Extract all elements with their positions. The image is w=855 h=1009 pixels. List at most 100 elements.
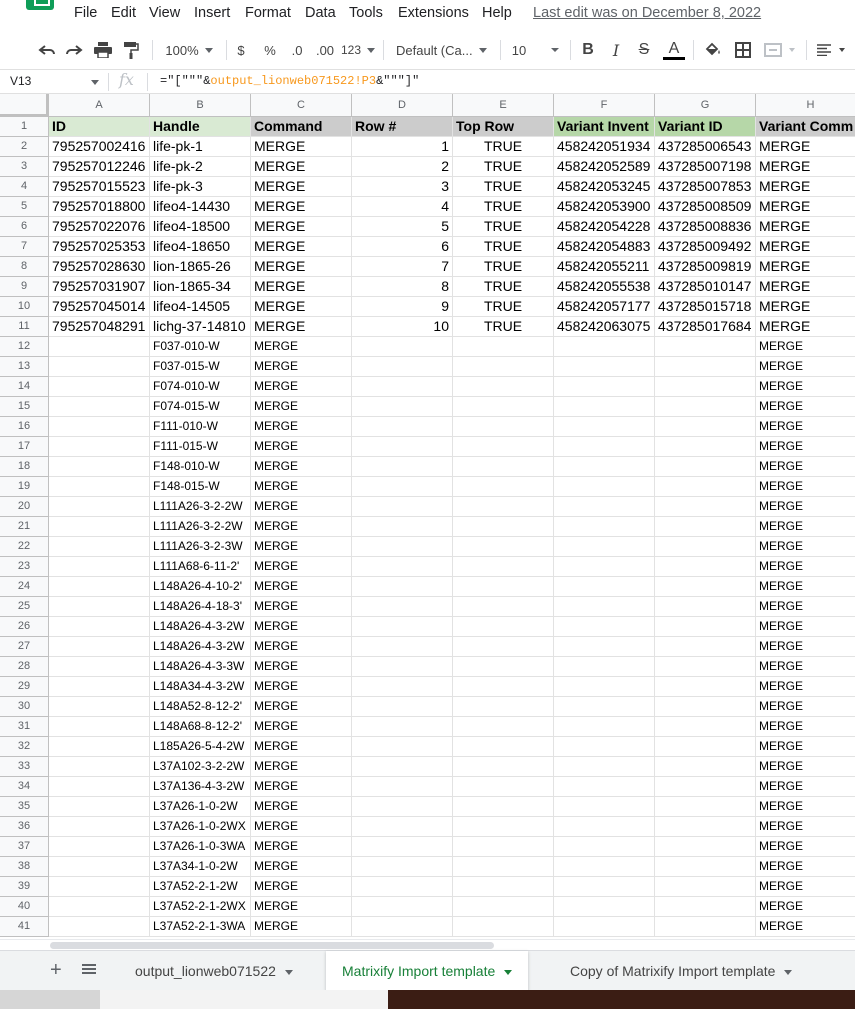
table-cell[interactable] (49, 657, 150, 677)
undo-icon[interactable] (36, 39, 58, 61)
table-cell[interactable]: MERGE (251, 717, 352, 737)
table-cell[interactable]: MERGE (756, 737, 855, 757)
table-cell[interactable] (49, 697, 150, 717)
table-cell[interactable] (655, 717, 756, 737)
table-cell[interactable] (554, 717, 655, 737)
table-cell[interactable]: MERGE (251, 877, 352, 897)
table-cell[interactable] (453, 717, 554, 737)
row-header[interactable]: 32 (0, 737, 49, 757)
table-cell[interactable] (352, 837, 453, 857)
table-cell[interactable] (554, 477, 655, 497)
table-cell[interactable] (49, 897, 150, 917)
table-cell[interactable]: MERGE (756, 437, 855, 457)
table-cell[interactable]: MERGE (756, 377, 855, 397)
table-cell[interactable]: L37A26-1-0-2WX (150, 817, 251, 837)
chevron-down-icon[interactable] (784, 969, 793, 975)
merge-cells-icon[interactable] (762, 39, 798, 61)
table-cell[interactable]: MERGE (251, 517, 352, 537)
table-cell[interactable] (554, 777, 655, 797)
table-cell[interactable]: 458242053900 (554, 197, 655, 217)
table-cell[interactable]: L185A26-5-4-2W (150, 737, 251, 757)
percent-format-button[interactable]: % (261, 39, 279, 61)
font-select[interactable]: Default (Ca... (396, 39, 488, 61)
table-cell[interactable] (453, 917, 554, 937)
table-cell[interactable] (554, 357, 655, 377)
row-header[interactable]: 33 (0, 757, 49, 777)
table-cell[interactable] (453, 437, 554, 457)
table-cell[interactable]: MERGE (251, 577, 352, 597)
font-size-dropdown-icon[interactable] (548, 39, 562, 61)
table-cell[interactable]: MERGE (756, 897, 855, 917)
column-header-f[interactable]: F (554, 94, 655, 117)
row-header[interactable]: 37 (0, 837, 49, 857)
redo-icon[interactable] (63, 39, 85, 61)
table-cell[interactable]: 437285008836 (655, 217, 756, 237)
table-cell[interactable]: MERGE (251, 697, 352, 717)
menu-data[interactable]: Data (305, 5, 336, 21)
header-cell-e[interactable]: Top Row (453, 117, 554, 137)
table-cell[interactable] (655, 557, 756, 577)
table-cell[interactable] (655, 917, 756, 937)
table-cell[interactable] (453, 857, 554, 877)
table-cell[interactable]: MERGE (756, 477, 855, 497)
row-header[interactable]: 18 (0, 457, 49, 477)
horizontal-scrollbar-thumb[interactable] (50, 942, 494, 949)
table-cell[interactable]: 437285015718 (655, 297, 756, 317)
table-cell[interactable] (655, 417, 756, 437)
table-cell[interactable]: MERGE (251, 737, 352, 757)
table-cell[interactable]: L148A26-4-18-3' (150, 597, 251, 617)
table-cell[interactable]: 6 (352, 237, 453, 257)
table-cell[interactable] (352, 437, 453, 457)
table-cell[interactable] (453, 497, 554, 517)
menu-insert[interactable]: Insert (194, 5, 230, 21)
table-cell[interactable]: L37A102-3-2-2W (150, 757, 251, 777)
table-cell[interactable] (554, 517, 655, 537)
horizontal-scrollbar[interactable] (0, 939, 855, 950)
table-cell[interactable] (655, 497, 756, 517)
table-cell[interactable]: MERGE (251, 597, 352, 617)
table-cell[interactable] (49, 637, 150, 657)
table-cell[interactable]: 437285017684 (655, 317, 756, 337)
table-cell[interactable]: TRUE (453, 137, 554, 157)
table-cell[interactable] (453, 737, 554, 757)
row-header[interactable]: 27 (0, 637, 49, 657)
row-header[interactable]: 24 (0, 577, 49, 597)
last-edit-link[interactable]: Last edit was on December 8, 2022 (533, 5, 761, 21)
table-cell[interactable]: TRUE (453, 197, 554, 217)
table-cell[interactable]: L37A52-2-1-3WA (150, 917, 251, 937)
table-cell[interactable]: 458242055538 (554, 277, 655, 297)
fill-color-icon[interactable] (702, 39, 724, 61)
table-cell[interactable]: MERGE (251, 797, 352, 817)
table-cell[interactable] (352, 557, 453, 577)
table-cell[interactable]: MERGE (251, 337, 352, 357)
row-header[interactable]: 8 (0, 257, 49, 277)
bold-button[interactable]: B (578, 39, 598, 61)
table-cell[interactable] (352, 577, 453, 597)
header-cell-h[interactable]: Variant Comm (756, 117, 855, 137)
table-cell[interactable] (453, 677, 554, 697)
table-cell[interactable] (554, 637, 655, 657)
row-header[interactable]: 13 (0, 357, 49, 377)
table-cell[interactable]: MERGE (251, 657, 352, 677)
table-cell[interactable]: MERGE (756, 157, 855, 177)
table-cell[interactable]: MERGE (756, 677, 855, 697)
table-cell[interactable] (49, 517, 150, 537)
table-cell[interactable]: MERGE (756, 297, 855, 317)
spreadsheet-grid[interactable]: A B C D E F G H 1 2 3 4 5 6 7 8 9 10 11 12 13 14 15 16 17 18 19 20 2… (0, 94, 855, 939)
table-cell[interactable]: MERGE (756, 317, 855, 337)
table-cell[interactable]: L37A52-2-1-2WX (150, 897, 251, 917)
table-cell[interactable]: 5 (352, 217, 453, 237)
row-header[interactable]: 36 (0, 817, 49, 837)
table-cell[interactable] (655, 837, 756, 857)
table-cell[interactable] (554, 897, 655, 917)
table-cell[interactable] (453, 597, 554, 617)
table-cell[interactable] (453, 897, 554, 917)
italic-button[interactable]: I (606, 39, 626, 61)
row-header[interactable]: 17 (0, 437, 49, 457)
table-cell[interactable] (352, 697, 453, 717)
table-cell[interactable]: 437285006543 (655, 137, 756, 157)
row-header[interactable]: 26 (0, 617, 49, 637)
table-cell[interactable] (352, 377, 453, 397)
table-cell[interactable] (352, 777, 453, 797)
table-cell[interactable] (453, 577, 554, 597)
